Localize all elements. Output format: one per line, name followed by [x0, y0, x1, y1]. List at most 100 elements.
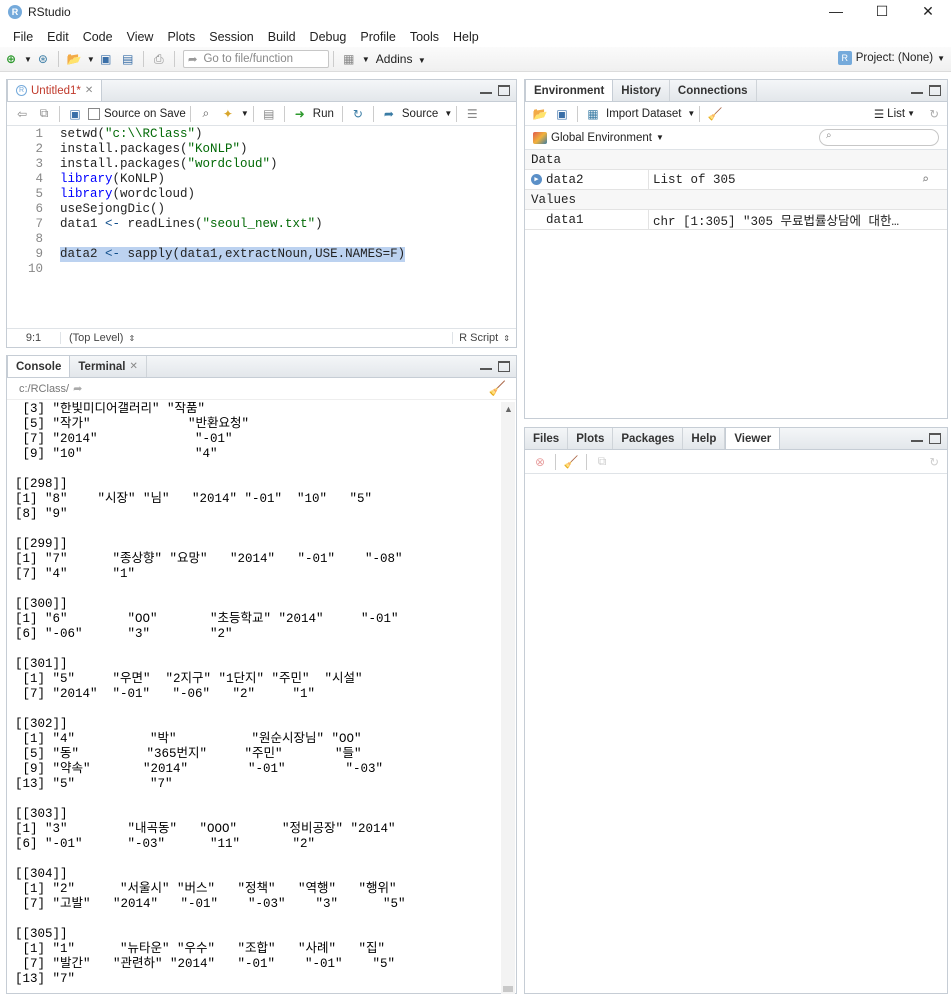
source-button[interactable]: Source: [402, 108, 438, 120]
code-line[interactable]: 7 data1 <- readLines("seoul_new.txt"): [7, 217, 516, 232]
back-forward-icon[interactable]: ⇦: [14, 106, 30, 122]
tab-plots[interactable]: Plots: [568, 428, 614, 449]
tab-connections[interactable]: Connections: [670, 80, 757, 101]
code-line[interactable]: 5 library(wordcloud): [7, 187, 516, 202]
source-on-save-checkbox[interactable]: [88, 107, 100, 120]
show-in-new-window-icon[interactable]: ⧉: [594, 454, 610, 470]
tab-packages[interactable]: Packages: [613, 428, 684, 449]
menu-file[interactable]: File: [6, 30, 40, 44]
save-icon[interactable]: ▣: [98, 51, 114, 67]
save-icon[interactable]: ▣: [67, 106, 83, 122]
env-row-data1[interactable]: data1 chr [1:305] "305 무료법률상담에 대한…: [525, 210, 947, 230]
save-all-icon[interactable]: ▤: [120, 51, 136, 67]
refresh-icon[interactable]: ↻: [929, 455, 939, 469]
project-menu[interactable]: R Project: (None) ▼: [837, 51, 945, 65]
maximize-pane-icon[interactable]: [929, 433, 941, 444]
minimize-pane-icon[interactable]: [480, 85, 492, 94]
magic-wand-icon[interactable]: ✦: [220, 106, 236, 122]
open-file-dropdown-icon[interactable]: ▼: [87, 55, 95, 64]
code-line[interactable]: 2 install.packages("KoNLP"): [7, 142, 516, 157]
tab-environment[interactable]: Environment: [525, 79, 614, 101]
show-in-window-icon[interactable]: ⧉: [36, 106, 52, 122]
code-line[interactable]: 3 install.packages("wordcloud"): [7, 157, 516, 172]
new-project-icon[interactable]: ⊛: [35, 51, 51, 67]
menu-view[interactable]: View: [120, 30, 161, 44]
workspace-panes-dropdown-icon[interactable]: ▼: [362, 55, 370, 64]
load-workspace-icon[interactable]: 📂: [532, 106, 548, 122]
view-data-icon[interactable]: ⌕: [922, 172, 929, 187]
scroll-thumb[interactable]: [503, 986, 513, 992]
minimize-button[interactable]: —: [813, 0, 859, 22]
minimize-pane-icon[interactable]: [911, 85, 923, 94]
code-tools-dropdown-icon[interactable]: ▼: [241, 109, 249, 118]
save-workspace-icon[interactable]: ▣: [554, 106, 570, 122]
remove-viewer-icon[interactable]: ⊗: [532, 454, 548, 470]
go-to-file-input[interactable]: ➦ Go to file/function: [182, 50, 329, 68]
source-icon[interactable]: ➦: [381, 106, 397, 122]
tab-files[interactable]: Files: [525, 428, 569, 449]
new-file-icon[interactable]: ⊕: [3, 51, 19, 67]
addins-menu[interactable]: Addins ▼: [376, 52, 426, 66]
code-line[interactable]: 8: [7, 232, 516, 247]
environment-search-input[interactable]: ⌕: [819, 129, 939, 146]
maximize-pane-icon[interactable]: [498, 85, 510, 96]
run-button[interactable]: Run: [313, 108, 334, 120]
console-output[interactable]: [3] "한빛미디어갤러리" "작품" [5] "작가" "반환요청" [7] …: [7, 402, 499, 994]
workspace-panes-icon[interactable]: ▦: [341, 51, 357, 67]
close-tab-icon[interactable]: ✕: [85, 85, 93, 96]
expand-icon[interactable]: ▶: [531, 174, 542, 185]
code-line[interactable]: 6 useSejongDic(): [7, 202, 516, 217]
clear-viewer-icon[interactable]: 🧹: [563, 454, 579, 470]
maximize-pane-icon[interactable]: [929, 85, 941, 96]
code-line[interactable]: 10: [7, 262, 516, 277]
scope-selector[interactable]: (Top Level) ⇕: [61, 332, 135, 344]
import-dataset-dropdown-icon[interactable]: ▼: [687, 109, 695, 118]
search-icon[interactable]: ⌕: [198, 106, 214, 122]
code-line[interactable]: 1 setwd("c:\\RClass"): [7, 127, 516, 142]
console-scrollbar[interactable]: ▲: [501, 402, 515, 994]
clear-console-icon[interactable]: 🧹: [489, 380, 506, 397]
code-line[interactable]: 4 library(KoNLP): [7, 172, 516, 187]
refresh-icon[interactable]: ↻: [929, 107, 939, 121]
print-icon[interactable]: ⎙: [151, 51, 167, 67]
environment-scope-selector[interactable]: Global Environment ▼: [529, 131, 664, 144]
compile-report-icon[interactable]: ▤: [261, 106, 277, 122]
code-line[interactable]: 9 data2 <- sapply(data1,extractNoun,USE.N…: [7, 247, 516, 262]
env-row-data2[interactable]: ▶ data2 List of 305 ⌕: [525, 170, 947, 190]
import-dataset-icon[interactable]: ▦: [585, 106, 601, 122]
outline-icon[interactable]: ☰: [464, 106, 480, 122]
maximize-pane-icon[interactable]: [498, 361, 510, 372]
tab-help[interactable]: Help: [683, 428, 726, 449]
file-type-selector[interactable]: R Script ⇕: [452, 332, 510, 344]
tab-untitled1[interactable]: R Untitled1* ✕: [7, 79, 103, 101]
tab-history[interactable]: History: [613, 80, 670, 101]
source-dropdown-icon[interactable]: ▼: [444, 109, 452, 118]
tab-terminal[interactable]: Terminal ✕: [70, 356, 147, 377]
code-editor[interactable]: 1 setwd("c:\\RClass") 2 install.packages("K…: [7, 127, 516, 327]
menu-help[interactable]: Help: [446, 30, 486, 44]
menu-build[interactable]: Build: [261, 30, 303, 44]
menu-debug[interactable]: Debug: [303, 30, 354, 44]
menu-code[interactable]: Code: [76, 30, 120, 44]
clear-workspace-icon[interactable]: 🧹: [707, 106, 723, 122]
maximize-button[interactable]: ☐: [859, 0, 905, 22]
scroll-up-icon[interactable]: ▲: [504, 404, 513, 414]
minimize-pane-icon[interactable]: [480, 361, 492, 370]
rerun-icon[interactable]: ↻: [350, 106, 366, 122]
import-dataset-button[interactable]: Import Dataset: [606, 108, 681, 120]
run-icon[interactable]: ➜: [292, 106, 308, 122]
close-button[interactable]: ✕: [905, 0, 951, 22]
tab-console[interactable]: Console: [7, 355, 71, 377]
list-view-selector[interactable]: ☰ List ▼: [874, 107, 915, 121]
minimize-pane-icon[interactable]: [911, 433, 923, 442]
menu-edit[interactable]: Edit: [40, 30, 76, 44]
menu-tools[interactable]: Tools: [403, 30, 446, 44]
tab-viewer[interactable]: Viewer: [725, 427, 781, 449]
go-to-dir-icon[interactable]: ➦: [73, 382, 82, 395]
new-file-dropdown-icon[interactable]: ▼: [24, 55, 32, 64]
menu-session[interactable]: Session: [202, 30, 260, 44]
close-tab-icon[interactable]: ✕: [129, 361, 137, 372]
menu-plots[interactable]: Plots: [160, 30, 202, 44]
menu-profile[interactable]: Profile: [353, 30, 402, 44]
open-file-icon[interactable]: 📂: [66, 51, 82, 67]
